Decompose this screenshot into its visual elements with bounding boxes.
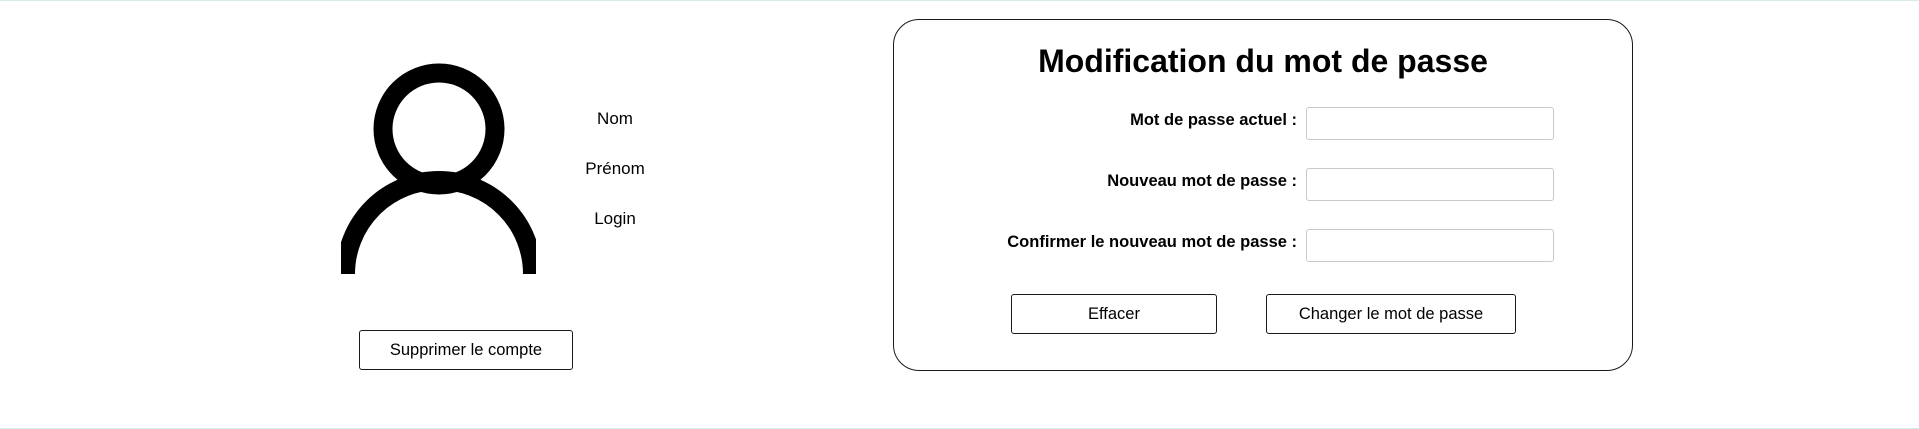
user-avatar-icon (341, 63, 536, 275)
password-form-title: Modification du mot de passe (1038, 43, 1488, 79)
profile-firstname-label: Prénom (585, 159, 645, 178)
current-password-input[interactable] (1306, 107, 1554, 140)
change-password-button[interactable]: Changer le mot de passe (1266, 294, 1516, 334)
new-password-label: Nouveau mot de passe : (1107, 172, 1297, 190)
profile-login-label: Login (594, 209, 636, 228)
profile-name-label: Nom (597, 109, 633, 128)
new-password-input[interactable] (1306, 168, 1554, 201)
password-change-card: Modification du mot de passe Mot de pass… (893, 19, 1633, 371)
confirm-password-label: Confirmer le nouveau mot de passe : (1007, 233, 1297, 251)
top-divider (0, 0, 1919, 1)
confirm-password-input[interactable] (1306, 229, 1554, 262)
current-password-label: Mot de passe actuel : (1130, 111, 1297, 129)
delete-account-button[interactable]: Supprimer le compte (359, 330, 573, 370)
clear-button[interactable]: Effacer (1011, 294, 1217, 334)
